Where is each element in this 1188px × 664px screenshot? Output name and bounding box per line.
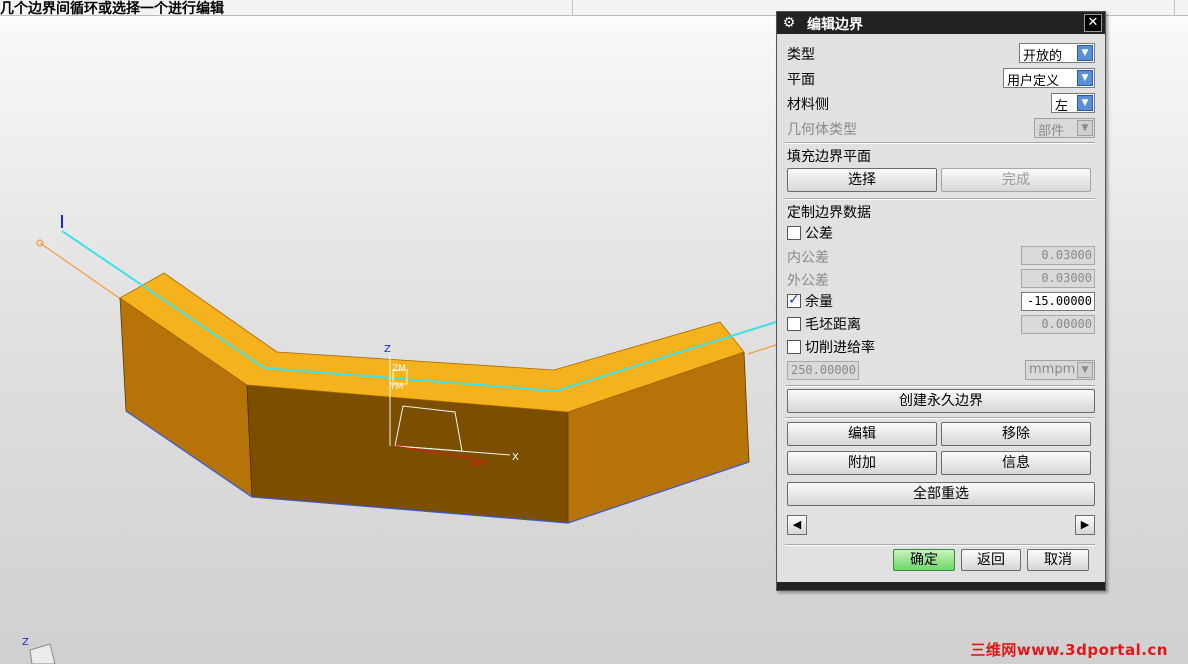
axis-label-zm: ZM (392, 364, 406, 374)
feed-unit-value: mmpm (1029, 362, 1076, 377)
blank-distance-checkbox[interactable] (787, 317, 801, 331)
divider (785, 544, 1095, 546)
material-side-label: 材料侧 (787, 97, 829, 113)
status-divider (1174, 0, 1175, 16)
ok-button[interactable]: 确定 (893, 549, 955, 571)
chevron-down-icon[interactable]: ▼ (1077, 95, 1093, 111)
type-label: 类型 (787, 47, 815, 63)
previous-boundary-button[interactable]: ◀ (787, 515, 807, 535)
stock-label: 余量 (805, 294, 833, 310)
geometry-type-select[interactable]: 部件 ▼ (1034, 118, 1095, 139)
feed-unit-select[interactable]: mmpm ▼ (1025, 360, 1095, 380)
blank-distance-input[interactable]: 0.00000 (1021, 315, 1095, 334)
feed-rate-input[interactable]: 250.00000 (787, 361, 859, 380)
chevron-down-icon[interactable]: ▼ (1077, 70, 1093, 86)
boundary-orange-right[interactable] (747, 344, 777, 355)
dialog-bottom-bar (777, 582, 1105, 590)
type-select[interactable]: 开放的 ▼ (1019, 43, 1095, 64)
edit-button[interactable]: 编辑 (787, 422, 937, 446)
remove-button[interactable]: 移除 (941, 422, 1091, 446)
divider (785, 142, 1095, 144)
cancel-button[interactable]: 取消 (1027, 549, 1089, 571)
material-side-value: 左 (1055, 99, 1069, 114)
create-permanent-boundary-button[interactable]: 创建永久边界 (787, 389, 1095, 413)
divider (785, 385, 1095, 387)
fill-plane-label: 填充边界平面 (787, 149, 871, 165)
geometry-type-value: 部件 (1038, 124, 1065, 139)
plane-label: 平面 (787, 72, 815, 88)
outer-tolerance-input[interactable]: 0.03000 (1021, 269, 1095, 288)
corner-wcs-triad (29, 643, 56, 664)
watermark-text: 三维网www.3dportal.cn (970, 641, 1168, 659)
plane-select[interactable]: 用户定义 ▼ (1003, 68, 1095, 89)
chevron-down-icon[interactable]: ▼ (1077, 120, 1093, 136)
chevron-down-icon[interactable]: ▼ (1077, 362, 1093, 378)
done-button[interactable]: 完成 (941, 168, 1091, 192)
inner-tolerance-input[interactable]: 0.03000 (1021, 246, 1095, 265)
axis-label-z: Z (384, 344, 391, 355)
blank-distance-label: 毛坯距离 (805, 317, 861, 333)
status-divider (572, 0, 573, 16)
next-boundary-button[interactable]: ▶ (1075, 515, 1095, 535)
divider (785, 198, 1095, 200)
info-button[interactable]: 信息 (941, 451, 1091, 475)
inner-tolerance-label: 内公差 (787, 250, 829, 266)
dialog-title: 编辑边界 (807, 17, 863, 33)
stock-input[interactable]: -15.00000 (1021, 292, 1095, 311)
divider (785, 417, 1095, 419)
plane-value: 用户定义 (1007, 74, 1060, 89)
feed-rate-checkbox[interactable] (787, 340, 801, 354)
tolerance-checkbox[interactable] (787, 226, 801, 240)
feed-rate-label: 切削进给率 (805, 340, 875, 356)
outer-tolerance-label: 外公差 (787, 273, 829, 289)
axis-label-ym: YM (389, 382, 403, 392)
back-button[interactable]: 返回 (961, 549, 1021, 571)
chevron-down-icon[interactable]: ▼ (1077, 45, 1093, 61)
boundary-orange-left[interactable] (39, 242, 123, 301)
geometry-type-label: 几何体类型 (787, 122, 857, 138)
corner-axis-label-z: Z (22, 637, 29, 648)
axis-label-xm: XM (472, 459, 486, 469)
type-value: 开放的 (1023, 49, 1063, 64)
reselect-all-button[interactable]: 全部重选 (787, 482, 1095, 506)
append-button[interactable]: 附加 (787, 451, 937, 475)
stock-checkbox[interactable] (787, 292, 801, 308)
material-side-select[interactable]: 左 ▼ (1051, 93, 1095, 114)
tolerance-label: 公差 (805, 226, 833, 242)
select-button[interactable]: 选择 (787, 168, 937, 192)
edit-boundary-dialog: ⚙ 编辑边界 ✕ 类型 开放的 ▼ 平面 用户定义 ▼ 材料侧 左 ▼ 几何体类… (776, 11, 1106, 591)
dialog-title-bar[interactable]: ⚙ 编辑边界 ✕ (777, 12, 1105, 34)
custom-data-label: 定制边界数据 (787, 205, 871, 221)
gear-icon[interactable]: ⚙ (781, 15, 797, 31)
axis-label-x: X (512, 452, 519, 463)
close-icon[interactable]: ✕ (1084, 14, 1102, 32)
